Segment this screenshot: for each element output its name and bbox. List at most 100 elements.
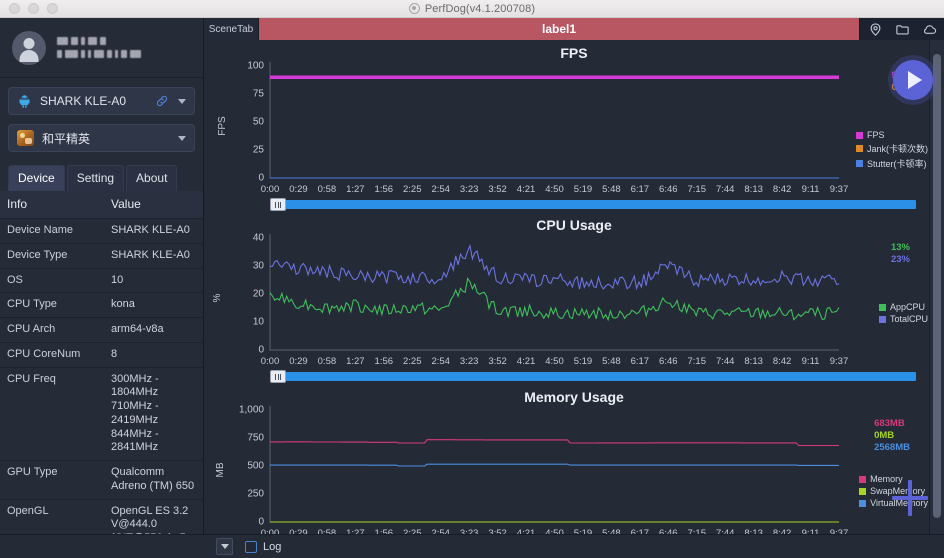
cell-info: Device Name	[0, 218, 104, 244]
game-app-icon	[17, 130, 34, 146]
chart-legend: FPS Jank(卡顿次数) Stutter(卡顿率)	[855, 130, 928, 170]
chevron-down-icon[interactable]	[178, 98, 186, 104]
legend-item[interactable]: FPS	[855, 130, 928, 140]
legend-label: Jank(卡顿次数)	[866, 144, 928, 154]
cell-value: 8	[104, 342, 203, 368]
add-chart-button[interactable]	[892, 480, 928, 516]
user-card[interactable]	[0, 18, 203, 78]
device-info-table-wrap: Info Value Device Name SHARK KLE-A0 Device…	[0, 191, 203, 534]
caret-down-icon	[220, 544, 229, 549]
chart-plot	[269, 62, 839, 179]
legend-swatch-icon	[859, 499, 867, 507]
table-header-row: Info Value	[0, 191, 203, 219]
legend-swatch-icon	[859, 487, 867, 495]
sidebar-tabs: Device Setting About	[0, 163, 203, 191]
chart-title: Memory Usage	[524, 389, 624, 405]
cell-info: OS	[0, 268, 104, 294]
chart-title: CPU Usage	[536, 217, 612, 233]
cell-value: kona	[104, 292, 203, 318]
device-select[interactable]: SHARK KLE-A0	[8, 87, 195, 115]
scene-bar: SceneTab label1	[204, 18, 944, 40]
series-line	[269, 243, 840, 291]
scrollbar-grip	[280, 201, 281, 208]
tab-setting[interactable]: Setting	[66, 165, 125, 191]
location-pin-icon[interactable]	[868, 22, 883, 37]
legend-label: TotalCPU	[889, 314, 928, 324]
user-avatar-icon	[12, 30, 46, 65]
tab-device[interactable]: Device	[8, 165, 65, 191]
column-header-info: Info	[0, 191, 104, 219]
charts-container: FPS FPS 0 25 50 75 100 0:00 0:29 0:58 1:27 1:56 2:25…	[204, 40, 944, 534]
current-values: 13% 23%	[891, 242, 910, 265]
android-icon	[19, 94, 30, 108]
chart-plot	[269, 406, 839, 523]
device-info-table: Info Value Device Name SHARK KLE-A0 Device…	[0, 191, 203, 534]
bottom-bar: Log	[0, 534, 944, 558]
legend-swatch-icon	[855, 145, 863, 152]
window-titlebar: PerfDog(v4.1.200708)	[0, 0, 944, 18]
table-row: Device Name SHARK KLE-A0	[0, 218, 203, 244]
cell-value: 300MHz - 1804MHz 710MHz - 2419MHz 844MHz…	[104, 367, 203, 461]
app-select[interactable]: 和平精英	[8, 124, 195, 152]
current-values: 683MB 0MB 2568MB	[874, 418, 910, 453]
vertical-scrollbar-thumb[interactable]	[933, 54, 941, 518]
current-value: 13%	[890, 242, 910, 253]
table-row: CPU Freq 300MHz - 1804MHz 710MHz - 2419MH…	[0, 367, 203, 461]
play-icon	[907, 71, 922, 89]
perfdog-window: PerfDog(v4.1.200708) SHARK KLE-A0 和平精英 D…	[0, 0, 944, 558]
panel-toggle-button[interactable]	[216, 538, 233, 555]
table-row: CPU Arch arm64-v8a	[0, 317, 203, 343]
current-value: 683MB	[874, 418, 905, 429]
legend-label: FPS	[866, 130, 885, 140]
legend-item[interactable]: Jank(卡顿次数)	[855, 142, 928, 155]
chart-memory-usage: Memory Usage MB 0 250 500 750 1,000 0:00 0:29 0:5…	[204, 384, 944, 534]
cell-info: CPU Freq	[0, 367, 104, 461]
cloud-icon[interactable]	[922, 22, 937, 37]
chevron-down-icon[interactable]	[178, 135, 186, 141]
legend-label: Stutter(卡顿率)	[866, 159, 927, 169]
device-info-rows: Device Name SHARK KLE-A0 Device Type SHARK …	[0, 218, 203, 534]
legend-item[interactable]: AppCPU	[878, 302, 928, 312]
cell-value: arm64-v8a	[104, 317, 203, 343]
chart-time-scrollbar[interactable]	[270, 370, 916, 383]
cell-info: Device Type	[0, 243, 104, 269]
chart-title: FPS	[560, 45, 588, 61]
window-title: PerfDog(v4.1.200708)	[0, 3, 944, 15]
cell-info: CPU Type	[0, 292, 104, 318]
log-checkbox[interactable]: Log	[245, 540, 281, 553]
cell-info: CPU Arch	[0, 317, 104, 343]
legend-swatch-icon	[859, 475, 867, 483]
tab-about[interactable]: About	[126, 165, 178, 191]
vertical-scrollbar[interactable]	[929, 40, 944, 534]
current-value: 0MB	[874, 430, 895, 441]
scrollbar-grip	[280, 373, 281, 380]
window-title-text: PerfDog(v4.1.200708)	[424, 2, 536, 15]
table-row: CPU CoreNum 8	[0, 342, 203, 368]
table-row: OpenGLOpenGL ES 3.2 V@444.0 (GIT@556cbc5	[0, 499, 203, 534]
legend-swatch-icon	[855, 131, 863, 139]
legend-label: AppCPU	[889, 302, 925, 312]
scene-label-bar[interactable]: label1	[259, 18, 859, 40]
legend-swatch-icon	[878, 315, 886, 323]
chart-time-scrollbar-thumb[interactable]	[270, 198, 286, 211]
chart-time-scrollbar[interactable]	[270, 198, 916, 211]
legend-item[interactable]: Stutter(卡顿率)	[855, 157, 928, 170]
perfdog-logo-icon	[408, 3, 420, 14]
legend-item[interactable]: TotalCPU	[878, 314, 928, 324]
legend-swatch-icon	[878, 303, 886, 311]
table-row: Device Type SHARK KLE-A0	[0, 243, 203, 269]
cell-value: SHARK KLE-A0	[104, 243, 203, 269]
folder-icon[interactable]	[895, 22, 910, 37]
legend-swatch-icon	[855, 160, 863, 167]
column-header-value: Value	[104, 191, 203, 219]
cell-value: 10	[104, 268, 203, 294]
cell-info: CPU CoreNum	[0, 342, 104, 368]
log-checkbox-box[interactable]	[245, 540, 257, 553]
current-value: 23%	[890, 254, 910, 265]
current-value: 2568MB	[874, 442, 910, 453]
chart-time-scrollbar-thumb[interactable]	[270, 370, 286, 383]
usb-link-icon[interactable]	[154, 94, 170, 108]
scene-tab-button[interactable]: SceneTab	[204, 18, 259, 40]
start-record-button[interactable]	[893, 60, 933, 100]
table-row: CPU Type kona	[0, 292, 203, 318]
